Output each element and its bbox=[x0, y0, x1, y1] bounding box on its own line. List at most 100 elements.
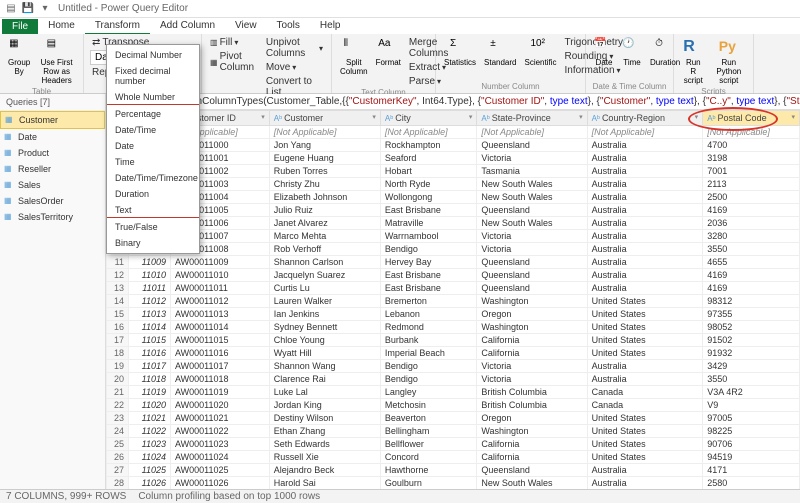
query-item-salesorder[interactable]: SalesOrder bbox=[0, 193, 105, 209]
statistics-button[interactable]: ΣStatistics bbox=[442, 36, 478, 70]
cell: [Not Applicable] bbox=[587, 126, 703, 139]
table-row[interactable]: 1211010AW00011010Jacquelyn SuarezEast Br… bbox=[107, 269, 800, 282]
tab-tools[interactable]: Tools bbox=[267, 18, 310, 35]
tab-home[interactable]: Home bbox=[38, 18, 85, 35]
datatype-option-date[interactable]: Date bbox=[107, 138, 199, 154]
table-row[interactable]: -1[Not Applicable][Not Applicable][Not A… bbox=[107, 126, 800, 139]
query-item-product[interactable]: Product bbox=[0, 145, 105, 161]
run-python-button[interactable]: PyRun Python script bbox=[711, 36, 747, 87]
datatype-option-date-time-timezone[interactable]: Date/Time/Timezone bbox=[107, 170, 199, 186]
scientific-button[interactable]: 10²Scientific bbox=[522, 36, 558, 70]
datatype-option-binary[interactable]: Binary bbox=[107, 235, 199, 251]
table-row[interactable]: 2411022AW00011022Ethan ZhangBellinghamWa… bbox=[107, 425, 800, 438]
table-row[interactable]: 2611024AW00011024Russell XieConcordCalif… bbox=[107, 451, 800, 464]
table-row[interactable]: 11000AW00011000Jon YangRockhamptonQueens… bbox=[107, 139, 800, 152]
qat-dropdown-icon[interactable]: ▾ bbox=[38, 2, 52, 16]
cell: Queensland bbox=[477, 282, 587, 295]
table-row[interactable]: 1811016AW00011016Wyatt HillImperial Beac… bbox=[107, 347, 800, 360]
rownum-cell: 26 bbox=[107, 451, 129, 464]
query-item-date[interactable]: Date bbox=[0, 129, 105, 145]
query-item-salesterritory[interactable]: SalesTerritory bbox=[0, 209, 105, 225]
column-header-customer[interactable]: AᵇCustomer▾ bbox=[269, 111, 380, 126]
datatype-option-decimal-number[interactable]: Decimal Number bbox=[107, 47, 199, 63]
table-row[interactable]: 1511013AW00011013Ian JenkinsLebanonOrego… bbox=[107, 308, 800, 321]
cell: Alejandro Beck bbox=[269, 464, 380, 477]
datatype-option-date-time[interactable]: Date/Time bbox=[107, 122, 199, 138]
datatype-option-fixed-decimal-number[interactable]: Fixed decimal number bbox=[107, 63, 199, 89]
table-row[interactable]: 1711015AW00011015Chloe YoungBurbankCalif… bbox=[107, 334, 800, 347]
move-button[interactable]: Move ▾ bbox=[264, 61, 325, 74]
filter-dropdown-icon[interactable]: ▾ bbox=[469, 113, 473, 121]
datatype-option-duration[interactable]: Duration bbox=[107, 186, 199, 202]
cell: Australia bbox=[587, 152, 703, 165]
tab-add-column[interactable]: Add Column bbox=[150, 18, 225, 35]
table-row[interactable]: 1011008AW00011008Rob VerhoffBendigoVicto… bbox=[107, 243, 800, 256]
query-item-sales[interactable]: Sales bbox=[0, 177, 105, 193]
table-row[interactable]: 1611014AW00011014Sydney BennettRedmondWa… bbox=[107, 321, 800, 334]
table-row[interactable]: 1311011AW00011011Curtis LuEast BrisbaneQ… bbox=[107, 282, 800, 295]
cell: 3198 bbox=[703, 152, 800, 165]
query-item-customer[interactable]: Customer bbox=[0, 111, 105, 129]
standard-button[interactable]: ±Standard bbox=[482, 36, 518, 70]
run-r-button[interactable]: RRun R script bbox=[680, 36, 707, 87]
format-button[interactable]: AaFormat bbox=[374, 36, 403, 70]
table-row[interactable]: 11003AW00011003Christy ZhuNorth RydeNew … bbox=[107, 178, 800, 191]
table-row[interactable]: 11001AW00011001Eugene HuangSeafordVictor… bbox=[107, 152, 800, 165]
datatype-option-true-false[interactable]: True/False bbox=[107, 219, 199, 235]
first-row-headers-button[interactable]: ▤Use First Row as Headers bbox=[36, 36, 77, 87]
cell: Australia bbox=[587, 477, 703, 490]
cell: AW00011023 bbox=[171, 438, 270, 451]
query-item-reseller[interactable]: Reseller bbox=[0, 161, 105, 177]
data-grid[interactable]: AᵇCustomer ID▾AᵇCustomer▾AᵇCity▾AᵇState-… bbox=[106, 110, 800, 489]
tab-view[interactable]: View bbox=[225, 18, 267, 35]
table-row[interactable]: 11002AW00011002Ruben TorresHobartTasmani… bbox=[107, 165, 800, 178]
key-cell: 11024 bbox=[129, 451, 171, 464]
filter-dropdown-icon[interactable]: ▾ bbox=[372, 113, 376, 121]
table-row[interactable]: 911007AW00011007Marco MehtaWarrnamboolVi… bbox=[107, 230, 800, 243]
table-row[interactable]: 2511023AW00011023Seth EdwardsBellflowerC… bbox=[107, 438, 800, 451]
table-row[interactable]: 1111009AW00011009Shannon CarlsonHervey B… bbox=[107, 256, 800, 269]
split-column-button[interactable]: ⫴Split Column bbox=[338, 36, 370, 79]
column-header-city[interactable]: AᵇCity▾ bbox=[380, 111, 476, 126]
table-row[interactable]: 11004AW00011004Elizabeth JohnsonWollongo… bbox=[107, 191, 800, 204]
table-row[interactable]: 2011018AW00011018Clarence RaiBendigoVict… bbox=[107, 373, 800, 386]
table-row[interactable]: 811006AW00011006Janet AlvarezMatravilleN… bbox=[107, 217, 800, 230]
quick-access-toolbar: ▤ 💾 ▾ bbox=[4, 2, 52, 16]
table-row[interactable]: 2311021AW00011021Destiny WilsonBeaverton… bbox=[107, 412, 800, 425]
save-icon[interactable]: 💾 bbox=[21, 2, 35, 16]
rownum-cell: 15 bbox=[107, 308, 129, 321]
unpivot-button[interactable]: Unpivot Columns ▾ bbox=[264, 36, 325, 60]
group-by-button[interactable]: ▦Group By bbox=[6, 36, 32, 79]
table-row[interactable]: 2811026AW00011026Harold SaiGoulburnNew S… bbox=[107, 477, 800, 490]
datatype-option-time[interactable]: Time bbox=[107, 154, 199, 170]
pivot-button[interactable]: ▦ Pivot Column bbox=[208, 50, 260, 74]
filter-dropdown-icon[interactable]: ▾ bbox=[791, 113, 795, 121]
datatype-option-text[interactable]: Text bbox=[107, 202, 199, 218]
column-header-postal-code[interactable]: AᵇPostal Code▾ bbox=[703, 111, 800, 126]
table-row[interactable]: 1911017AW00011017Shannon WangBendigoVict… bbox=[107, 360, 800, 373]
table-row[interactable]: 1411012AW00011012Lauren WalkerBremertonW… bbox=[107, 295, 800, 308]
table-row[interactable]: 2211020AW00011020Jordan KingMetchosinBri… bbox=[107, 399, 800, 412]
rownum-cell: 17 bbox=[107, 334, 129, 347]
type-icon: Aᵇ bbox=[592, 114, 600, 123]
cell: 97005 bbox=[703, 412, 800, 425]
tab-help[interactable]: Help bbox=[310, 18, 351, 35]
table-row[interactable]: 11005AW00011005Julio RuizEast BrisbaneQu… bbox=[107, 204, 800, 217]
time-button[interactable]: 🕐Time bbox=[620, 36, 644, 70]
table-row[interactable]: 2711025AW00011025Alejandro BeckHawthorne… bbox=[107, 464, 800, 477]
cell: 3429 bbox=[703, 360, 800, 373]
filter-dropdown-icon[interactable]: ▾ bbox=[579, 113, 583, 121]
column-header-country-region[interactable]: AᵇCountry-Region▾ bbox=[587, 111, 703, 126]
filter-dropdown-icon[interactable]: ▾ bbox=[261, 113, 265, 121]
column-header-state-province[interactable]: AᵇState-Province▾ bbox=[477, 111, 587, 126]
datatype-option-whole-number[interactable]: Whole Number bbox=[107, 89, 199, 105]
fill-button[interactable]: ▥ Fill ▾ bbox=[208, 36, 260, 49]
tab-transform[interactable]: Transform bbox=[85, 18, 150, 35]
table-row[interactable]: 2111019AW00011019Luke LalLangleyBritish … bbox=[107, 386, 800, 399]
filter-dropdown-icon[interactable]: ▾ bbox=[695, 113, 699, 121]
date-button[interactable]: 📅Date bbox=[592, 36, 616, 70]
cell: United States bbox=[587, 347, 703, 360]
formula-bar[interactable]: fx = Table.TransformColumnTypes(Customer… bbox=[106, 94, 800, 110]
file-tab[interactable]: File bbox=[2, 19, 38, 34]
datatype-option-percentage[interactable]: Percentage bbox=[107, 106, 199, 122]
